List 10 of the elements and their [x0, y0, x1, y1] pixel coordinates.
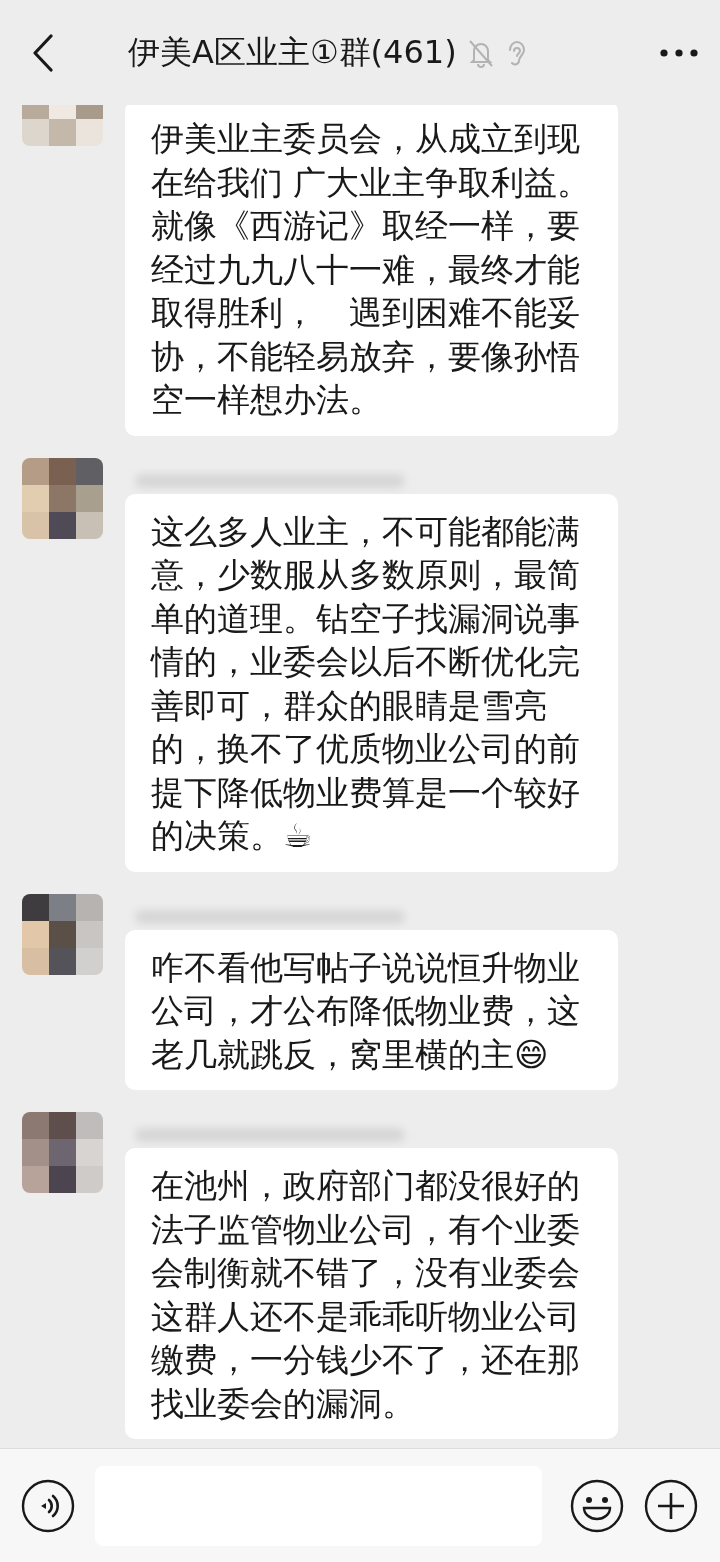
- plus-icon[interactable]: [644, 1478, 698, 1533]
- back-icon[interactable]: [32, 33, 54, 72]
- more-icon[interactable]: [660, 48, 698, 57]
- message-bubble: 伊美业主委员会，从成立到现在给我们 广大业主争取利益。就像《西游记》取经一样，要经过九九八十一难，最终才能取得胜利， 遇到困难不能妥协，不能轻易放弃，要像孙悟空一样想办法。: [125, 105, 618, 436]
- message-bubble: 这么多人业主，不可能都能满意，少数服从多数原则，最简单的道理。钻空子找漏洞说事情的，业委会以后不断优化完善即可，群众的眼睛是雪亮的，换不了优质物业公司的前提下降低物业费算是一个较好的决策。☕: [125, 493, 618, 872]
- message-bubble: 在池州，政府部门都没很好的法子监管物业公司，有个业委会制衡就不错了，没有业委会这群人还不是乖乖听物业公司缴费，一分钱少不了，还在那找业委会的漏洞。: [125, 1148, 618, 1439]
- chat-title: 伊美A区业主①群(461): [128, 31, 457, 73]
- voice-icon[interactable]: [21, 1478, 75, 1533]
- message-bubble: 咋不看他写帖子说说恒升物业公司，才公布降低物业费，这老几就跳反，窝里横的主😄: [125, 929, 618, 1090]
- emoji-icon[interactable]: [570, 1478, 624, 1533]
